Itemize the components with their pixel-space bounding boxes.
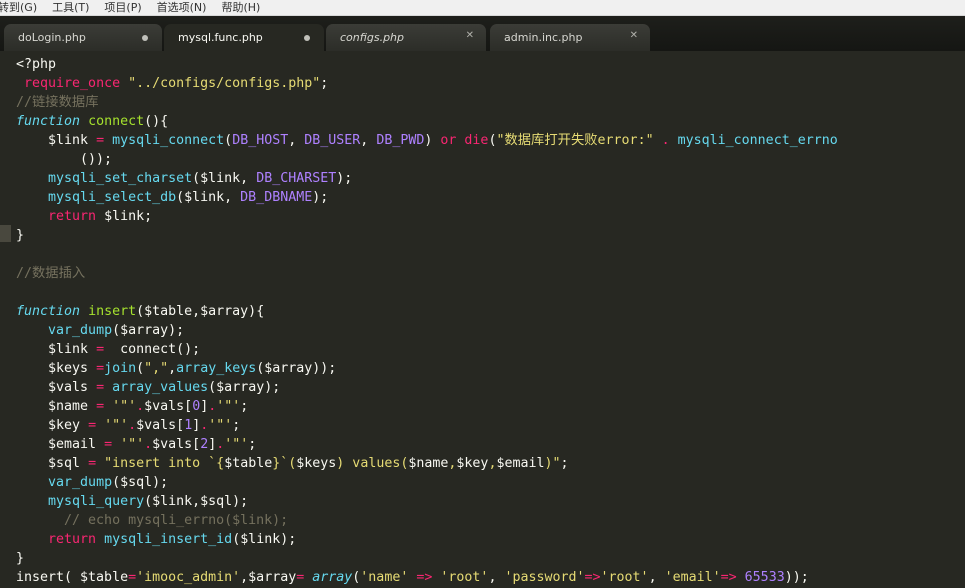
menu-project[interactable]: 项目(P)	[104, 0, 148, 15]
code-line[interactable]: $link = mysqli_connect(DB_HOST, DB_USER,…	[0, 131, 838, 150]
code-line[interactable]: insert( $table='imooc_admin',$array= arr…	[0, 568, 838, 587]
close-icon[interactable]: ✕	[466, 30, 474, 41]
code-line[interactable]: mysqli_set_charset($link, DB_CHARSET);	[0, 169, 838, 188]
tab-label: configs.php	[340, 31, 405, 44]
code-line[interactable]: return mysqli_insert_id($link);	[0, 530, 838, 549]
menu-tools[interactable]: 工具(T)	[52, 0, 96, 15]
tab-mysql-func[interactable]: mysql.func.php	[164, 24, 324, 51]
modified-dot-icon[interactable]	[142, 35, 148, 41]
code-line[interactable]: //数据插入	[0, 264, 838, 283]
code-line[interactable]: $sql = "insert into `{$table}`($keys) va…	[0, 454, 838, 473]
close-icon[interactable]: ✕	[630, 30, 638, 41]
code-line[interactable]: $key = '"'.$vals[1].'"';	[0, 416, 838, 435]
code-line[interactable]: $email = '"'.$vals[2].'"';	[0, 435, 838, 454]
code-line[interactable]: mysqli_query($link,$sql);	[0, 492, 838, 511]
modified-dot-icon[interactable]	[304, 35, 310, 41]
tab-label: doLogin.php	[18, 31, 86, 44]
tab-admin-inc[interactable]: admin.inc.php ✕	[490, 24, 650, 51]
tab-bar: doLogin.php mysql.func.php configs.php ✕…	[0, 16, 965, 51]
menu-help[interactable]: 帮助(H)	[221, 0, 267, 15]
code-line[interactable]: //链接数据库	[0, 93, 838, 112]
code-line[interactable]: function connect(){	[0, 112, 838, 131]
code-line[interactable]: function insert($table,$array){	[0, 302, 838, 321]
tab-dologin[interactable]: doLogin.php	[4, 24, 162, 51]
code-line[interactable]: require_once "../configs/configs.php";	[0, 74, 838, 93]
menu-goto[interactable]: 转到(G)	[0, 0, 44, 15]
code-line[interactable]: var_dump($array);	[0, 321, 838, 340]
code-line[interactable]: $keys =join(",",array_keys($array));	[0, 359, 838, 378]
menu-bar: 转到(G) 工具(T) 项目(P) 首选项(N) 帮助(H)	[0, 0, 965, 16]
code-line[interactable]	[0, 245, 838, 264]
code-line[interactable]: $name = '"'.$vals[0].'"';	[0, 397, 838, 416]
code-area[interactable]: <?php require_once "../configs/configs.p…	[0, 55, 838, 587]
menu-preferences[interactable]: 首选项(N)	[157, 0, 214, 15]
code-line[interactable]: $vals = array_values($array);	[0, 378, 838, 397]
tab-label: admin.inc.php	[504, 31, 583, 44]
code-line[interactable]: var_dump($sql);	[0, 473, 838, 492]
code-line[interactable]: }	[0, 226, 838, 245]
code-line[interactable]	[0, 283, 838, 302]
code-line[interactable]: $link = connect();	[0, 340, 838, 359]
tab-label: mysql.func.php	[178, 31, 263, 44]
code-line[interactable]: <?php	[0, 55, 838, 74]
code-line[interactable]: // echo mysqli_errno($link);	[0, 511, 838, 530]
tab-configs[interactable]: configs.php ✕	[326, 24, 486, 51]
code-line[interactable]: }	[0, 549, 838, 568]
code-line[interactable]: ());	[0, 150, 838, 169]
code-line[interactable]: mysqli_select_db($link, DB_DBNAME);	[0, 188, 838, 207]
code-line[interactable]: return $link;	[0, 207, 838, 226]
code-editor[interactable]: <?php require_once "../configs/configs.p…	[0, 51, 965, 588]
